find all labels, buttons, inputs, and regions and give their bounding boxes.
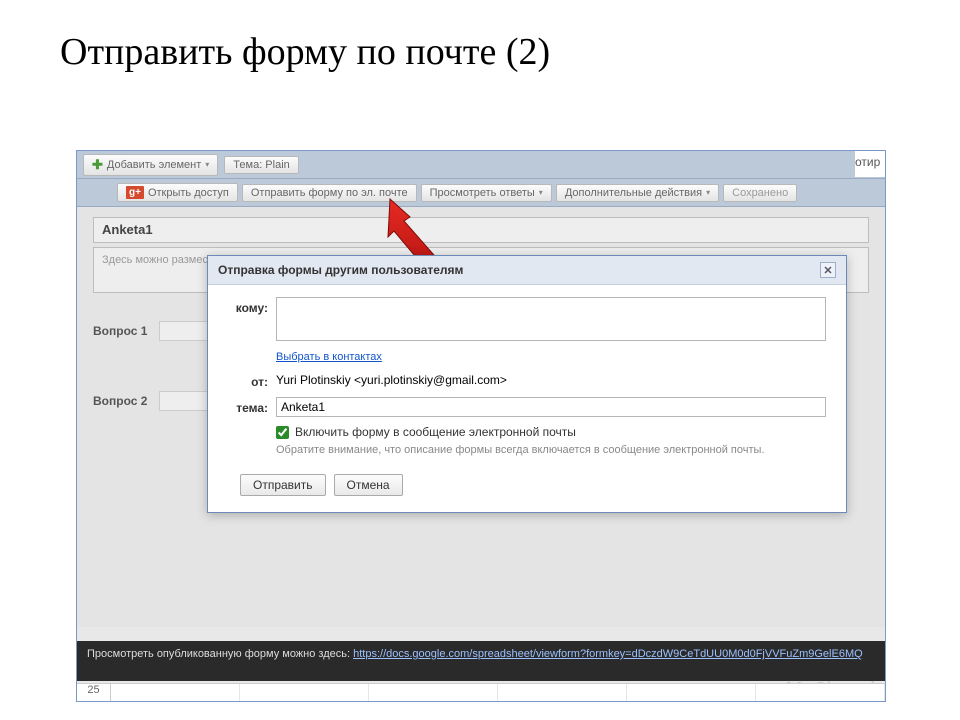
share-label: Открыть доступ — [148, 187, 229, 199]
to-input[interactable] — [276, 297, 826, 341]
to-row: кому: — [228, 297, 826, 341]
subject-label: тема: — [228, 397, 268, 415]
theme-label: Тема: Plain — [233, 159, 289, 171]
include-form-row: Включить форму в сообщение электронной п… — [276, 425, 826, 439]
sheet-cell[interactable] — [369, 684, 498, 701]
send-email-label: Отправить форму по эл. почте — [251, 187, 408, 199]
view-responses-label: Просмотреть ответы — [430, 187, 535, 199]
share-button[interactable]: g+ Открыть доступ — [117, 183, 238, 202]
question-2-label: Вопрос 2 — [93, 394, 147, 408]
send-form-dialog: Отправка формы другим пользователям ✕ ко… — [207, 255, 847, 513]
from-value: Yuri Plotinskiy <yuri.plotinskiy@gmail.c… — [276, 371, 507, 387]
gplus-icon: g+ — [126, 186, 144, 199]
footer-bar: Просмотреть опубликованную форму можно з… — [77, 641, 885, 681]
row-number: 25 — [77, 684, 111, 701]
dialog-buttons: Отправить Отмена — [240, 474, 826, 496]
toolbar-primary: ✚ Добавить элемент ▾ Тема: Plain — [77, 151, 885, 179]
chevron-down-icon: ▾ — [706, 188, 710, 197]
include-form-label: Включить форму в сообщение электронной п… — [295, 425, 576, 439]
add-item-button[interactable]: ✚ Добавить элемент ▾ — [83, 154, 218, 176]
spreadsheet-row: 25 — [77, 683, 885, 701]
cutoff-text: отир — [855, 151, 885, 177]
from-row: от: Yuri Plotinskiy <yuri.plotinskiy@gma… — [228, 371, 826, 389]
chevron-down-icon: ▾ — [539, 188, 543, 197]
to-label: кому: — [228, 297, 268, 315]
sheet-cell[interactable] — [756, 684, 885, 701]
from-label: от: — [228, 371, 268, 389]
send-email-button[interactable]: Отправить форму по эл. почте — [242, 184, 417, 202]
dialog-title: Отправка формы другим пользователям — [218, 263, 463, 277]
sheet-cell[interactable] — [627, 684, 756, 701]
view-responses-button[interactable]: Просмотреть ответы ▾ — [421, 184, 552, 202]
choose-contacts-link[interactable]: Выбрать в контактах — [276, 351, 382, 363]
close-icon: ✕ — [823, 264, 832, 277]
close-button[interactable]: ✕ — [820, 262, 836, 278]
slide-title: Отправить форму по почте (2) — [0, 0, 960, 94]
cancel-button[interactable]: Отмена — [334, 474, 403, 496]
sheet-cell[interactable] — [498, 684, 627, 701]
theme-button[interactable]: Тема: Plain — [224, 156, 298, 174]
dialog-header: Отправка формы другим пользователям ✕ — [208, 256, 846, 285]
toolbar-secondary: g+ Открыть доступ Отправить форму по эл.… — [77, 179, 885, 207]
include-note: Обратите внимание, что описание формы вс… — [276, 443, 796, 458]
footer-text: Просмотреть опубликованную форму можно з… — [87, 648, 353, 660]
subject-row: тема: — [228, 397, 826, 417]
saved-label: Сохранено — [732, 187, 788, 199]
more-actions-label: Дополнительные действия — [565, 187, 702, 199]
dialog-body: кому: Выбрать в контактах от: Yuri Ploti… — [208, 285, 846, 512]
include-form-checkbox[interactable] — [276, 426, 289, 439]
question-1-label: Вопрос 1 — [93, 324, 147, 338]
send-button[interactable]: Отправить — [240, 474, 326, 496]
form-title-input[interactable]: Anketa1 — [93, 217, 869, 243]
sheet-cell[interactable] — [111, 684, 240, 701]
screenshot-region: отир G ✚ Добавить элемент ▾ Тема: Plain … — [76, 150, 886, 702]
saved-indicator: Сохранено — [723, 184, 797, 202]
chevron-down-icon: ▾ — [205, 160, 209, 169]
plus-icon: ✚ — [92, 157, 103, 173]
footer-link[interactable]: https://docs.google.com/spreadsheet/view… — [353, 648, 863, 660]
subject-input[interactable] — [276, 397, 826, 417]
sheet-cell[interactable] — [240, 684, 369, 701]
add-item-label: Добавить элемент — [107, 159, 201, 171]
more-actions-button[interactable]: Дополнительные действия ▾ — [556, 184, 719, 202]
